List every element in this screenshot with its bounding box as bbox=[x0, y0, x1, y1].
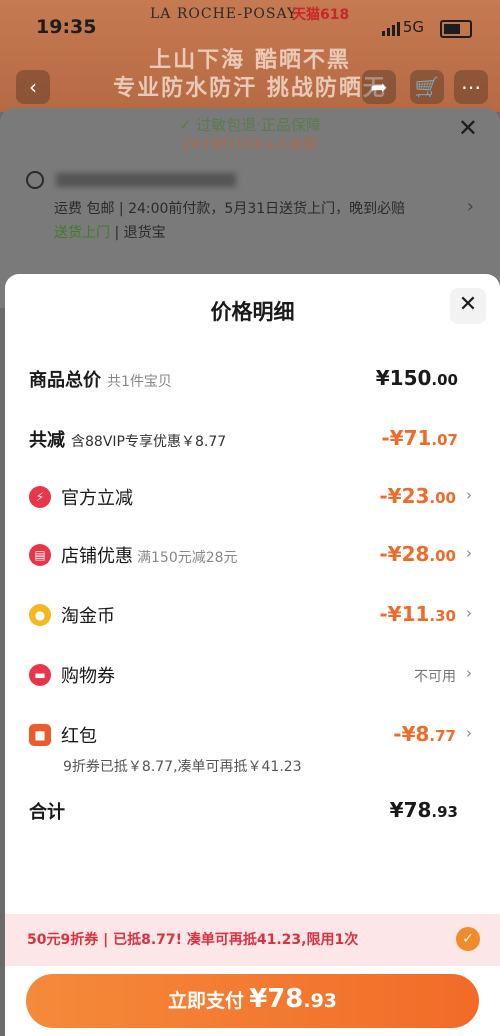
network-label: 5G bbox=[402, 18, 424, 36]
sheet-title: 价格明细 bbox=[210, 300, 295, 324]
redpacket-note: 9折券已抵￥8.77,凑单可再抵￥41.23 bbox=[63, 759, 302, 775]
ticket-icon: ▬ bbox=[29, 664, 51, 686]
address-row[interactable] bbox=[26, 170, 236, 189]
store-value: -¥28.00 bbox=[379, 542, 456, 566]
store-label: 店铺优惠 满150元减28元 bbox=[61, 546, 238, 567]
address-blurred bbox=[56, 172, 236, 187]
shipping-tags: 送货上门 | 退货宝 bbox=[54, 225, 166, 241]
chevron-right-icon: › bbox=[466, 544, 472, 562]
lightning-icon: ⚡ bbox=[29, 486, 51, 508]
share-icon[interactable]: ➦ bbox=[362, 70, 396, 104]
shop-icon: ▤ bbox=[29, 544, 51, 566]
voucher-value: 不可用 bbox=[414, 669, 456, 685]
coupon-bar[interactable]: 50元9折券 | 已抵8.77! 凑单可再抵41.23,限用1次 ✓ bbox=[5, 914, 500, 966]
red-packet-icon: ■ bbox=[29, 724, 51, 746]
sum-label: 合计 bbox=[29, 802, 65, 823]
row-redpacket[interactable]: ■ 红包 -¥8.77 › bbox=[5, 722, 500, 752]
chevron-right-icon: › bbox=[466, 604, 472, 622]
row-discount: 共减 含88VIP专享优惠￥8.77 -¥71.07 bbox=[5, 426, 500, 456]
sum-value: ¥78.93 bbox=[389, 798, 458, 822]
signal-icon bbox=[382, 22, 402, 36]
row-voucher[interactable]: ▬ 购物券 不可用 › bbox=[5, 662, 500, 692]
status-time: 19:35 bbox=[36, 16, 97, 38]
shipping-info: 运费 包邮 | 24:00前付款，5月31日送货上门，晚到必赔 bbox=[54, 201, 406, 217]
panel-close-icon[interactable]: ✕ bbox=[458, 114, 478, 142]
chevron-right-icon: › bbox=[466, 486, 472, 504]
row-coins[interactable]: ● 淘金币 -¥11.30 › bbox=[5, 602, 500, 632]
brand-tag: 天猫618 bbox=[292, 7, 350, 23]
pay-amount: ¥78 bbox=[249, 984, 304, 1014]
voucher-label: 购物券 bbox=[61, 666, 115, 687]
total-value: ¥150.00 bbox=[375, 366, 458, 390]
coins-value: -¥11.30 bbox=[379, 602, 456, 626]
coin-icon: ● bbox=[29, 604, 51, 626]
official-value: -¥23.00 bbox=[379, 484, 456, 508]
row-sum: 合计 ¥78.93 bbox=[5, 798, 500, 828]
battery-icon bbox=[440, 20, 472, 38]
promise-text: 24小时1000+人抢购 bbox=[182, 137, 318, 153]
pay-amount-decimal: .93 bbox=[303, 990, 338, 1012]
pay-now-button[interactable]: 立即支付 ¥78.93 bbox=[26, 974, 479, 1028]
more-icon[interactable]: ⋯ bbox=[454, 70, 488, 104]
chevron-right-icon: › bbox=[466, 724, 472, 742]
redpacket-label: 红包 bbox=[61, 726, 97, 747]
price-detail-sheet: 价格明细 ✕ 商品总价 共1件宝贝 ¥150.00 共减 含88VIP专享优惠￥8.… bbox=[5, 274, 500, 1036]
cart-icon[interactable]: 🛒 bbox=[410, 70, 444, 104]
coins-label: 淘金币 bbox=[61, 606, 115, 627]
guarantee-text: ✓ 过敏包退·正品保障 bbox=[178, 116, 322, 134]
row-store[interactable]: ▤ 店铺优惠 满150元减28元 -¥28.00 › bbox=[5, 542, 500, 572]
discount-value: -¥71.07 bbox=[381, 426, 458, 450]
back-icon[interactable]: ‹ bbox=[16, 70, 50, 104]
discount-label: 共减 含88VIP专享优惠￥8.77 bbox=[29, 430, 227, 451]
official-label: 官方立减 bbox=[61, 488, 133, 509]
row-official[interactable]: ⚡ 官方立减 -¥23.00 › bbox=[5, 484, 500, 514]
brand-logo: LA ROCHE-POSAY bbox=[150, 6, 298, 22]
coupon-text: 50元9折券 | 已抵8.77! 凑单可再抵41.23,限用1次 bbox=[27, 932, 359, 948]
pay-label: 立即支付 bbox=[167, 990, 244, 1012]
total-label: 商品总价 共1件宝贝 bbox=[29, 370, 172, 391]
redpacket-value: -¥8.77 bbox=[393, 722, 456, 746]
chevron-right-icon: › bbox=[466, 664, 472, 682]
checkmark-icon[interactable]: ✓ bbox=[456, 927, 480, 951]
close-button[interactable]: ✕ bbox=[450, 288, 486, 324]
chevron-right-icon[interactable]: › bbox=[467, 196, 474, 217]
row-total: 商品总价 共1件宝贝 ¥150.00 bbox=[5, 366, 500, 396]
close-icon: ✕ bbox=[458, 292, 478, 317]
product-page-header: 19:35 5G LA ROCHE-POSAY 天猫618 上山下海 酷晒不黑 … bbox=[0, 0, 500, 112]
location-icon bbox=[26, 170, 44, 189]
